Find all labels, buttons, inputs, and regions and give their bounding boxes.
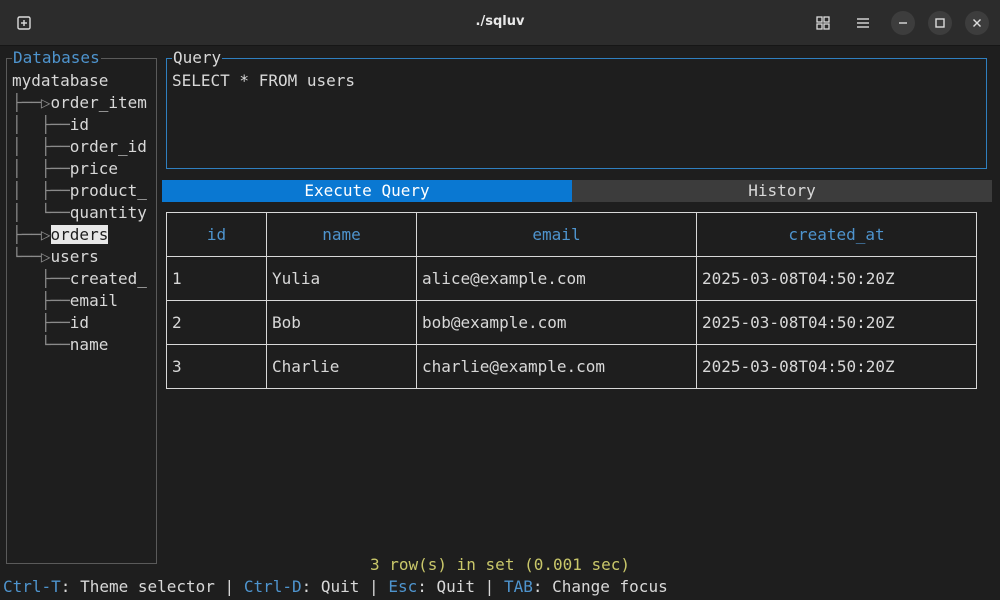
tree-item[interactable]: ├──▷orders	[12, 224, 162, 246]
tree-branch: │ ├──	[12, 159, 70, 178]
window-titlebar: ./sqluv	[0, 0, 1000, 46]
tree-branch: │ └──	[12, 203, 70, 222]
tree-branch: ├──	[12, 313, 70, 332]
grid-view-button[interactable]	[811, 11, 835, 35]
footer-desc: : Quit	[301, 577, 360, 596]
column-header: created_at	[696, 212, 977, 257]
tree-item-label: product_	[69, 181, 147, 200]
terminal-area: Databases mydatabase ├──▷order_item │ ├──i…	[0, 47, 1000, 600]
tree-item[interactable]: │ ├──id	[12, 114, 162, 136]
tree-item[interactable]: │ ├──order_id	[12, 136, 162, 158]
table-row[interactable]: 2 Bob bob@example.com 2025-03-08T04:50:2…	[166, 300, 977, 345]
tree-item[interactable]: │ └──quantity	[12, 202, 162, 224]
tree-item-label: quantity	[69, 203, 147, 222]
column-header: email	[416, 212, 697, 257]
table-cell: 2	[166, 300, 267, 345]
table-row[interactable]: 1 Yulia alice@example.com 2025-03-08T04:…	[166, 256, 977, 301]
execute-query-button[interactable]: Execute Query	[162, 180, 572, 202]
tree-item-label: orders	[50, 225, 109, 244]
tree-item[interactable]: ├──▷order_item	[12, 92, 162, 114]
table-cell: 2025-03-08T04:50:20Z	[696, 300, 977, 345]
window-title: ./sqluv	[475, 14, 525, 29]
footer-key: Ctrl-T	[3, 577, 61, 596]
tree-item-label: order_item	[50, 93, 147, 112]
table-cell: 2025-03-08T04:50:20Z	[696, 344, 977, 389]
tree-item[interactable]: │ ├──price	[12, 158, 162, 180]
tree-item-label: created_	[69, 269, 147, 288]
results-header-row: id name email created_at	[166, 212, 977, 257]
keybinding-footer: Ctrl-T: Theme selector | Ctrl-D: Quit | …	[3, 576, 668, 598]
tree-branch: │ ├──	[12, 181, 70, 200]
footer-desc: : Change focus	[532, 577, 668, 596]
tree-item-label: users	[50, 247, 99, 266]
tree-item-label: id	[69, 115, 90, 134]
footer-key: Esc	[388, 577, 418, 596]
databases-panel-title: Databases	[12, 47, 101, 69]
maximize-button[interactable]	[928, 11, 952, 35]
column-header: id	[166, 212, 267, 257]
query-input[interactable]: SELECT * FROM users	[172, 70, 355, 92]
status-message: 3 row(s) in set (0.001 sec)	[369, 555, 631, 574]
tree-item[interactable]: ├──email	[12, 290, 162, 312]
tree-item[interactable]: │ ├──product_	[12, 180, 162, 202]
tree-branch: ├──	[12, 291, 70, 310]
tree-branch: └──▷	[12, 247, 51, 266]
footer-separator: |	[359, 577, 389, 596]
tree-item-label: mydatabase	[12, 71, 109, 90]
action-bar: Execute Query History	[162, 180, 992, 202]
table-cell: alice@example.com	[416, 256, 697, 301]
footer-separator: |	[475, 577, 504, 596]
tree-item[interactable]: └──name	[12, 334, 162, 356]
footer-separator: |	[214, 577, 244, 596]
menu-button[interactable]	[851, 11, 875, 35]
footer-desc: : Quit	[417, 577, 476, 596]
table-cell: Yulia	[266, 256, 417, 301]
tree-branch: ├──	[12, 269, 70, 288]
tree-branch: │ ├──	[12, 115, 70, 134]
query-panel[interactable]: Query SELECT * FROM users	[166, 47, 987, 169]
query-panel-title: Query	[172, 47, 223, 69]
databases-panel[interactable]: Databases mydatabase ├──▷order_item │ ├──i…	[6, 47, 157, 564]
footer-key: TAB	[503, 577, 533, 596]
tree-item[interactable]: └──▷users	[12, 246, 162, 268]
column-header: name	[266, 212, 417, 257]
table-cell: 3	[166, 344, 267, 389]
footer-desc: : Theme selector	[60, 577, 215, 596]
table-cell: 1	[166, 256, 267, 301]
table-cell: charlie@example.com	[416, 344, 697, 389]
close-icon	[973, 19, 981, 27]
table-cell: 2025-03-08T04:50:20Z	[696, 256, 977, 301]
table-cell: bob@example.com	[416, 300, 697, 345]
minimize-button[interactable]	[891, 11, 915, 35]
tree-branch: ├──▷	[12, 93, 51, 112]
history-button[interactable]: History	[572, 180, 992, 202]
maximize-icon	[935, 18, 945, 28]
tree-item[interactable]: ├──id	[12, 312, 162, 334]
table-row[interactable]: 3 Charlie charlie@example.com 2025-03-08…	[166, 344, 977, 389]
table-cell: Charlie	[266, 344, 417, 389]
tree-item[interactable]: ├──created_	[12, 268, 162, 290]
tree-branch: ├──▷	[12, 225, 51, 244]
tree-branch: └──	[12, 335, 70, 354]
tree-item-label: price	[69, 159, 118, 178]
hamburger-menu-icon	[857, 18, 869, 28]
tree-item-label: order_id	[69, 137, 147, 156]
tree-item-label: name	[69, 335, 109, 354]
tree-item-label: id	[69, 313, 90, 332]
tree-item-label: email	[69, 291, 118, 310]
minimize-icon	[899, 22, 907, 24]
results-table[interactable]: id name email created_at 1 Yulia alice@e…	[166, 212, 977, 389]
tree-item[interactable]: mydatabase	[12, 70, 162, 92]
footer-key: Ctrl-D	[243, 577, 302, 596]
table-cell: Bob	[266, 300, 417, 345]
close-button[interactable]	[965, 11, 989, 35]
grid-view-icon	[816, 16, 830, 30]
tree-branch: │ ├──	[12, 137, 70, 156]
